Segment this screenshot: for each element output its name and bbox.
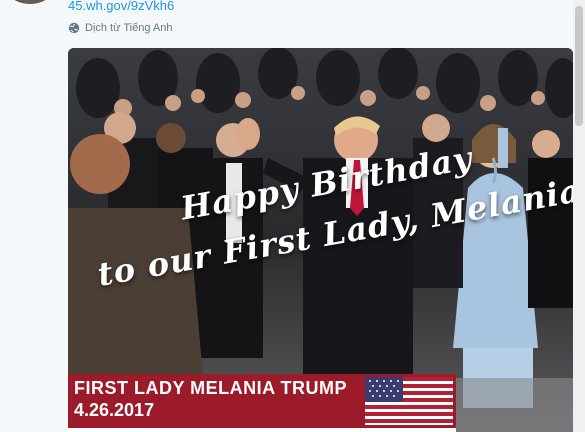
banner-date: 4.26.2017 (74, 400, 155, 420)
translate-tweet-button[interactable]: Dịch từ Tiếng Anh (68, 22, 172, 34)
us-flag-icon (365, 377, 453, 425)
scrollbar-thumb[interactable] (575, 6, 583, 126)
page-scrollbar[interactable] (573, 0, 585, 432)
birthday-banner: FIRST LADY MELANIA TRUMP 4.26.2017 (68, 374, 456, 432)
globe-icon (68, 22, 80, 34)
banner-title: FIRST LADY MELANIA TRUMP (74, 378, 347, 398)
translate-label: Dịch từ Tiếng Anh (85, 22, 173, 34)
tweet-link[interactable]: 45.wh.gov/9zVkh6 (68, 0, 174, 13)
tweet-media-image[interactable]: Happy Birthday to our First Lady, Melani… (68, 48, 573, 432)
author-avatar[interactable] (10, 0, 50, 4)
